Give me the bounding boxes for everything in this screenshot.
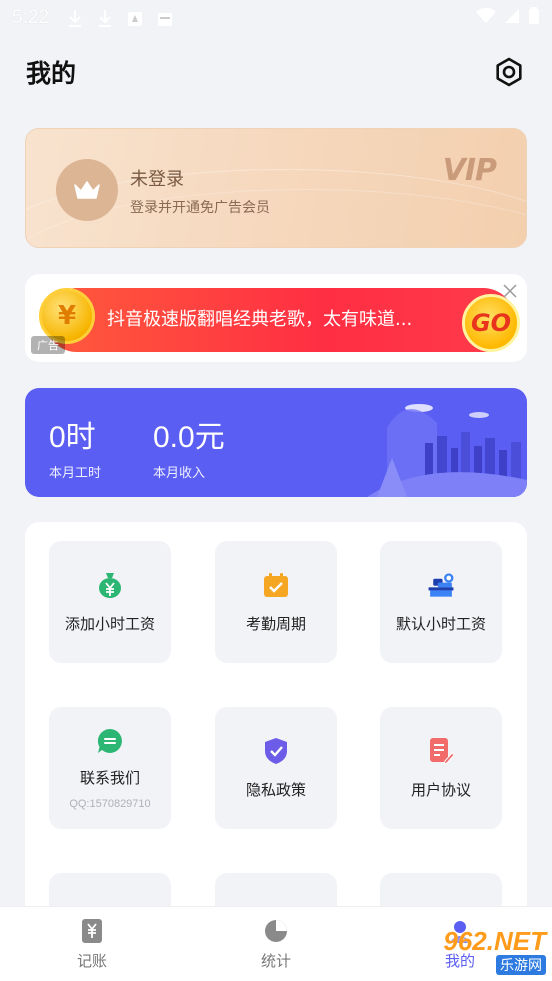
page-title: 我的 (26, 59, 77, 88)
bottom-nav: 记账 统计 我的 (0, 906, 552, 981)
user-icon (447, 918, 473, 944)
monthly-stats-card: 0时 本月工时 0.0元 本月收入 (25, 388, 527, 497)
nav-label: 统计 (260, 951, 291, 970)
ad-text: 抖音极速版翻唱经典老歌，太有味道... (107, 309, 413, 330)
chat-bubble-icon (96, 727, 124, 755)
vip-logo: VIP (442, 153, 497, 188)
crown-icon (56, 159, 118, 221)
wifi-icon (476, 7, 496, 28)
nav-ledger[interactable]: 记账 (0, 907, 184, 981)
tile-label: 添加小时工资 (64, 614, 155, 633)
nav-label: 记账 (76, 951, 107, 970)
ad-banner[interactable]: ¥ 抖音极速版翻唱经典老歌，太有味道... GO 广告 (25, 274, 527, 362)
page-header: 我的 (0, 44, 552, 100)
user-agreement-button[interactable]: 用户协议 (380, 707, 502, 829)
status-time: 5:22 (12, 7, 49, 28)
nav-statistics[interactable]: 统计 (184, 907, 368, 981)
tile-label: 默认小时工资 (395, 614, 486, 633)
qq-number: QQ:1570829710 (69, 797, 151, 810)
money-bag-icon (96, 571, 124, 599)
privacy-policy-button[interactable]: 隐私政策 (215, 707, 337, 829)
document-edit-icon (427, 737, 455, 765)
calendar-icon (157, 9, 173, 27)
feature-grid: 添加小时工资 考勤周期 默认小时工资 联系我们 QQ:1570829710 隐私… (25, 522, 527, 981)
contact-us-button[interactable]: 联系我们 QQ:1570829710 (49, 707, 171, 829)
tile-label: 用户协议 (410, 780, 471, 799)
app-store-icon (127, 9, 143, 27)
attendance-cycle-button[interactable]: 考勤周期 (215, 541, 337, 663)
ad-label: 广告 (31, 336, 65, 354)
tile-label: 联系我们 (79, 768, 140, 787)
settings-button[interactable] (492, 55, 526, 89)
income-stat: 0.0元 本月收入 (153, 412, 225, 481)
shield-check-icon (262, 737, 290, 765)
signal-icon (504, 8, 520, 28)
city-illustration (367, 404, 527, 497)
pie-chart-icon (263, 918, 289, 944)
nav-profile[interactable]: 我的 (368, 907, 552, 981)
ledger-icon (79, 918, 105, 944)
hours-stat: 0时 本月工时 (49, 412, 101, 481)
calendar-check-icon (262, 571, 290, 599)
tile-label: 考勤周期 (245, 614, 306, 633)
hours-label: 本月工时 (49, 466, 102, 481)
hours-value: 0时 (49, 421, 96, 454)
income-label: 本月收入 (153, 466, 206, 481)
close-icon[interactable] (501, 282, 519, 300)
status-bar: 5:22 (0, 0, 552, 36)
vip-subtitle: 登录并开通免广告会员 (130, 200, 270, 216)
ad-go-button[interactable]: GO (462, 294, 520, 352)
battery-icon (528, 7, 540, 29)
nav-label: 我的 (444, 951, 475, 970)
login-status: 未登录 (130, 169, 184, 190)
add-hourly-wage-button[interactable]: 添加小时工资 (49, 541, 171, 663)
download-icon (67, 9, 83, 27)
vip-login-card[interactable]: 未登录 登录并开通免广告会员 VIP (25, 128, 527, 248)
default-hourly-wage-button[interactable]: 默认小时工资 (380, 541, 502, 663)
settings-icon (496, 57, 522, 87)
income-value: 0.0元 (153, 421, 225, 454)
tile-label: 隐私政策 (245, 780, 306, 799)
desk-worker-icon (427, 571, 455, 599)
download-icon (97, 9, 113, 27)
